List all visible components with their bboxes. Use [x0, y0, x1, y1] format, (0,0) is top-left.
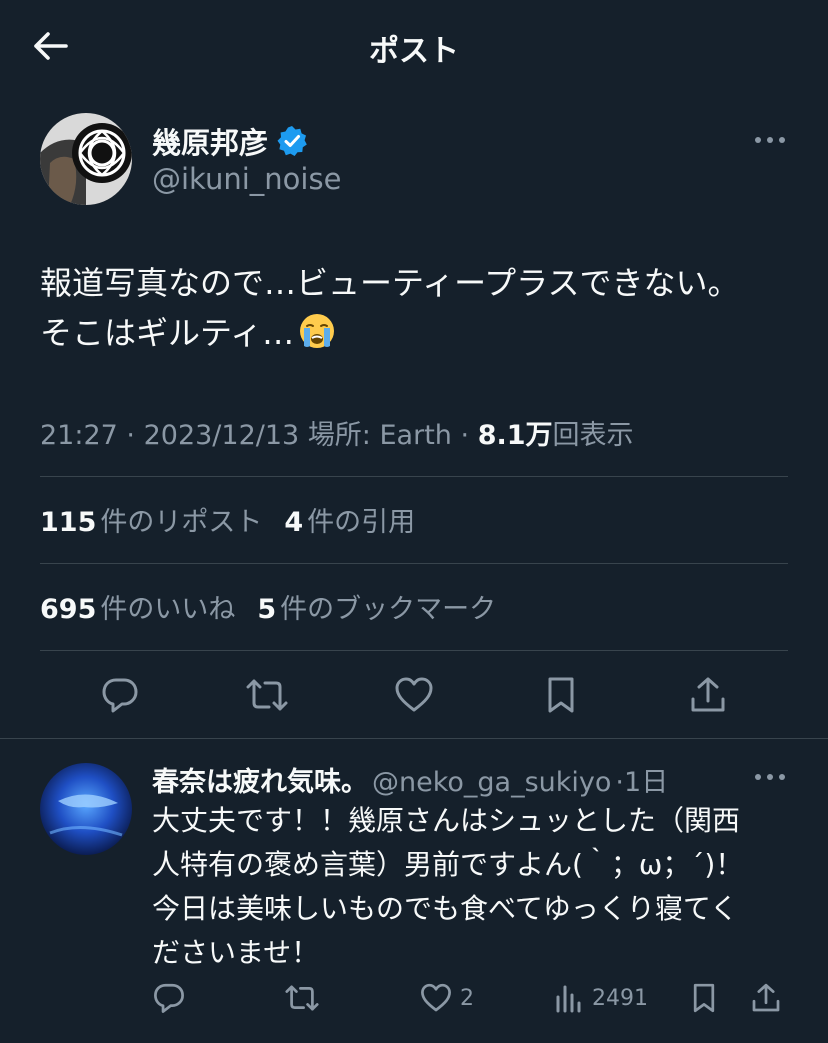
tweet-location: 場所: Earth: [307, 420, 452, 451]
reply-icon: [102, 678, 138, 713]
likes-count: 695: [40, 594, 97, 625]
reply-reply-button[interactable]: [152, 981, 186, 1015]
more-dots-icon: [755, 137, 785, 143]
reply-text-line: 大丈夫です！！幾原さんはシュッとした（関西: [152, 804, 741, 837]
bookmark-icon: [548, 677, 574, 713]
bookmarks-label: 件のブックマーク: [280, 594, 497, 625]
views-count: 8.1万: [477, 420, 553, 451]
tweet-text: 報道写真なので…ビューティープラスできない。 そこはギルティ…: [40, 258, 800, 364]
reposts-stat[interactable]: 115 件のリポスト: [40, 500, 262, 539]
reply-action-bar: 2 2491: [152, 975, 792, 1021]
tweet-text-line: 報道写真なので…ビューティープラスできない。: [40, 264, 740, 302]
reply-header: 春奈は疲れ気味。 @neko_ga_sukiyo · 1日: [152, 760, 668, 799]
author-avatar[interactable]: [40, 113, 132, 205]
quotes-stat[interactable]: 4 件の引用: [284, 500, 415, 539]
likes-stat[interactable]: 695 件のいいね: [40, 587, 235, 626]
reply-time[interactable]: 1日: [624, 760, 668, 799]
reposts-count: 115: [40, 507, 97, 538]
reply-button[interactable]: [98, 673, 142, 717]
repost-icon: [246, 679, 288, 711]
loudly-crying-face-icon: [298, 312, 336, 364]
more-dots-icon: [755, 774, 785, 780]
tweet-date[interactable]: 2023/12/13: [144, 420, 300, 451]
reply-text: 大丈夫です！！幾原さんはシュッとした（関西 人特有の褒め言葉）男前ですよん(｀；…: [152, 799, 792, 975]
reply-views-count: 2491: [592, 985, 648, 1011]
reply-share-button[interactable]: [750, 982, 782, 1014]
bookmark-button[interactable]: [539, 673, 583, 717]
author-name-row[interactable]: 幾原邦彦: [152, 120, 308, 162]
like-button[interactable]: [392, 673, 436, 717]
reply-like-button[interactable]: 2: [420, 982, 474, 1014]
bookmark-icon: [693, 983, 715, 1013]
divider: [40, 476, 788, 477]
tweet-meta: 21:27 · 2023/12/13 場所: Earth · 8.1万回表示: [40, 413, 634, 452]
page-title: ポスト: [369, 34, 459, 69]
reply-more-options-button[interactable]: [748, 762, 792, 792]
reply-author-name[interactable]: 春奈は疲れ気味。: [152, 760, 368, 799]
likes-label: 件のいいね: [100, 594, 236, 625]
reply-views-button[interactable]: 2491: [554, 983, 648, 1013]
reply-like-count: 2: [460, 985, 474, 1011]
heart-icon: [421, 983, 451, 1012]
reply-author-handle[interactable]: @neko_ga_sukiyo: [372, 767, 611, 798]
reply-bookmark-button[interactable]: [690, 982, 718, 1014]
reply-text-line: 今日は美味しいものでも食べてゆっくり寝てく: [152, 892, 739, 925]
share-icon: [752, 983, 780, 1012]
repost-button[interactable]: [245, 673, 289, 717]
divider: [0, 738, 828, 739]
separator-dot: ·: [460, 420, 470, 451]
author-handle[interactable]: @ikuni_noise: [152, 162, 341, 196]
bookmarks-count: 5: [257, 594, 277, 625]
more-options-button[interactable]: [748, 125, 792, 155]
bookmarks-stat[interactable]: 5 件のブックマーク: [257, 587, 496, 626]
reply-repost-button[interactable]: [284, 982, 320, 1014]
tweet-time[interactable]: 21:27: [40, 420, 118, 451]
share-button[interactable]: [686, 673, 730, 717]
reposts-label: 件のリポスト: [100, 507, 263, 538]
reply-icon: [154, 983, 184, 1013]
reply-text-line: 人特有の褒め言葉）男前ですよん(｀；ω；´)！: [152, 848, 744, 881]
reply-author-avatar[interactable]: [40, 763, 132, 855]
divider: [40, 563, 788, 564]
tweet-action-bar: [40, 665, 788, 725]
top-bar: ポスト: [0, 0, 828, 90]
repost-icon: [285, 985, 319, 1011]
tweet-text-line: そこはギルティ…: [40, 314, 295, 352]
verified-badge-icon: [276, 125, 308, 157]
share-icon: [691, 677, 725, 712]
divider: [40, 650, 788, 651]
quotes-label: 件の引用: [307, 507, 416, 538]
author-name[interactable]: 幾原邦彦: [152, 120, 268, 162]
separator-dot: ·: [615, 767, 625, 798]
separator-dot: ·: [126, 420, 135, 451]
bar-chart-icon: [556, 985, 581, 1013]
heart-icon: [395, 677, 433, 712]
likes-stats-row: 695 件のいいね 5 件のブックマーク: [40, 587, 518, 626]
views-label: 回表示: [552, 420, 634, 451]
quotes-count: 4: [284, 507, 304, 538]
reply-text-line: ださいませ！: [152, 936, 320, 969]
repost-stats-row: 115 件のリポスト 4 件の引用: [40, 500, 437, 539]
tweet-text-line-2: そこはギルティ…: [40, 308, 800, 364]
